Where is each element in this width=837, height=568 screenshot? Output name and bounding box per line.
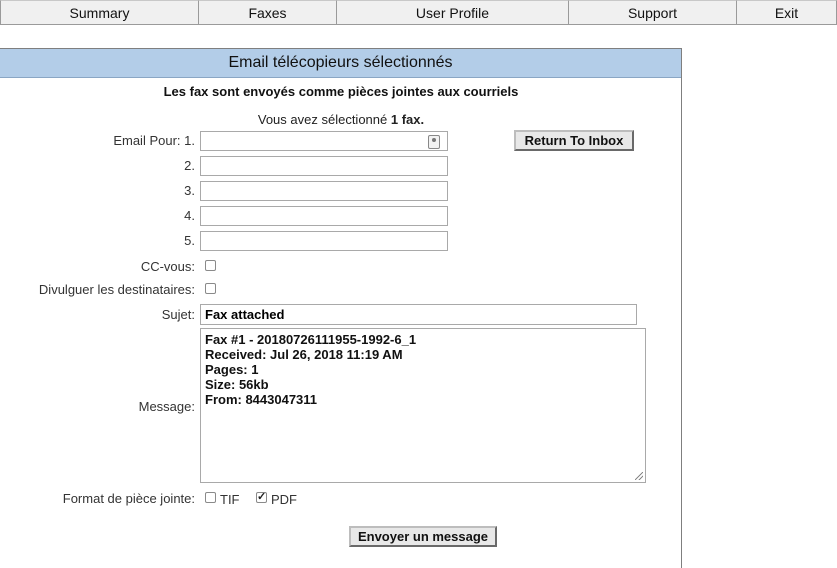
- selection-count: 1 fax.: [390, 112, 425, 127]
- cc-checkbox[interactable]: [205, 260, 216, 271]
- top-navigation: Summary Faxes User Profile Support Exit: [0, 0, 837, 27]
- subject-field[interactable]: [200, 304, 637, 325]
- panel-title: Email télécopieurs sélectionnés: [0, 49, 681, 78]
- return-to-inbox-button[interactable]: Return To Inbox: [514, 130, 634, 151]
- email-number-1: 1.: [184, 133, 195, 148]
- subject-label: Sujet:: [161, 307, 195, 322]
- tif-label: TIF: [220, 492, 240, 507]
- email-to-label-text: Email Pour:: [113, 133, 181, 148]
- disclose-recipients-label: Divulguer les destinataires:: [38, 282, 195, 297]
- contact-book-icon[interactable]: [428, 135, 440, 149]
- attachment-notice: Les fax sont envoyés comme pièces jointe…: [163, 84, 519, 99]
- nav-summary[interactable]: Summary: [0, 0, 199, 25]
- pdf-checkbox[interactable]: [256, 490, 267, 503]
- selection-summary: Vous avez sélectionné 1 fax.: [0, 112, 682, 127]
- email-field-1[interactable]: [200, 131, 448, 151]
- message-textarea[interactable]: Fax #1 - 20180726111955-1992-6_1 Receive…: [200, 328, 646, 483]
- email-field-5[interactable]: [200, 231, 448, 251]
- email-number-4: 4.: [184, 208, 195, 223]
- nav-support[interactable]: Support: [568, 0, 737, 25]
- disclose-recipients-checkbox[interactable]: [205, 283, 216, 294]
- tif-checkbox[interactable]: [205, 492, 216, 503]
- resize-grip-icon[interactable]: [635, 472, 643, 480]
- nav-user-profile[interactable]: User Profile: [336, 0, 569, 25]
- nav-faxes[interactable]: Faxes: [198, 0, 337, 25]
- email-field-4[interactable]: [200, 206, 448, 226]
- email-number-3: 3.: [184, 183, 195, 198]
- email-field-2[interactable]: [200, 156, 448, 176]
- email-to-label: Email Pour: 1.: [113, 133, 195, 148]
- send-message-button[interactable]: Envoyer un message: [349, 526, 497, 547]
- email-number-2: 2.: [184, 158, 195, 173]
- nav-exit[interactable]: Exit: [736, 0, 837, 25]
- message-label: Message:: [138, 399, 195, 414]
- selection-prefix: Vous avez sélectionné: [257, 112, 388, 127]
- pdf-label: PDF: [271, 492, 297, 507]
- cc-label: CC-vous:: [140, 259, 195, 274]
- email-number-5: 5.: [184, 233, 195, 248]
- attachment-format-label: Format de pièce jointe:: [62, 491, 195, 506]
- email-field-3[interactable]: [200, 181, 448, 201]
